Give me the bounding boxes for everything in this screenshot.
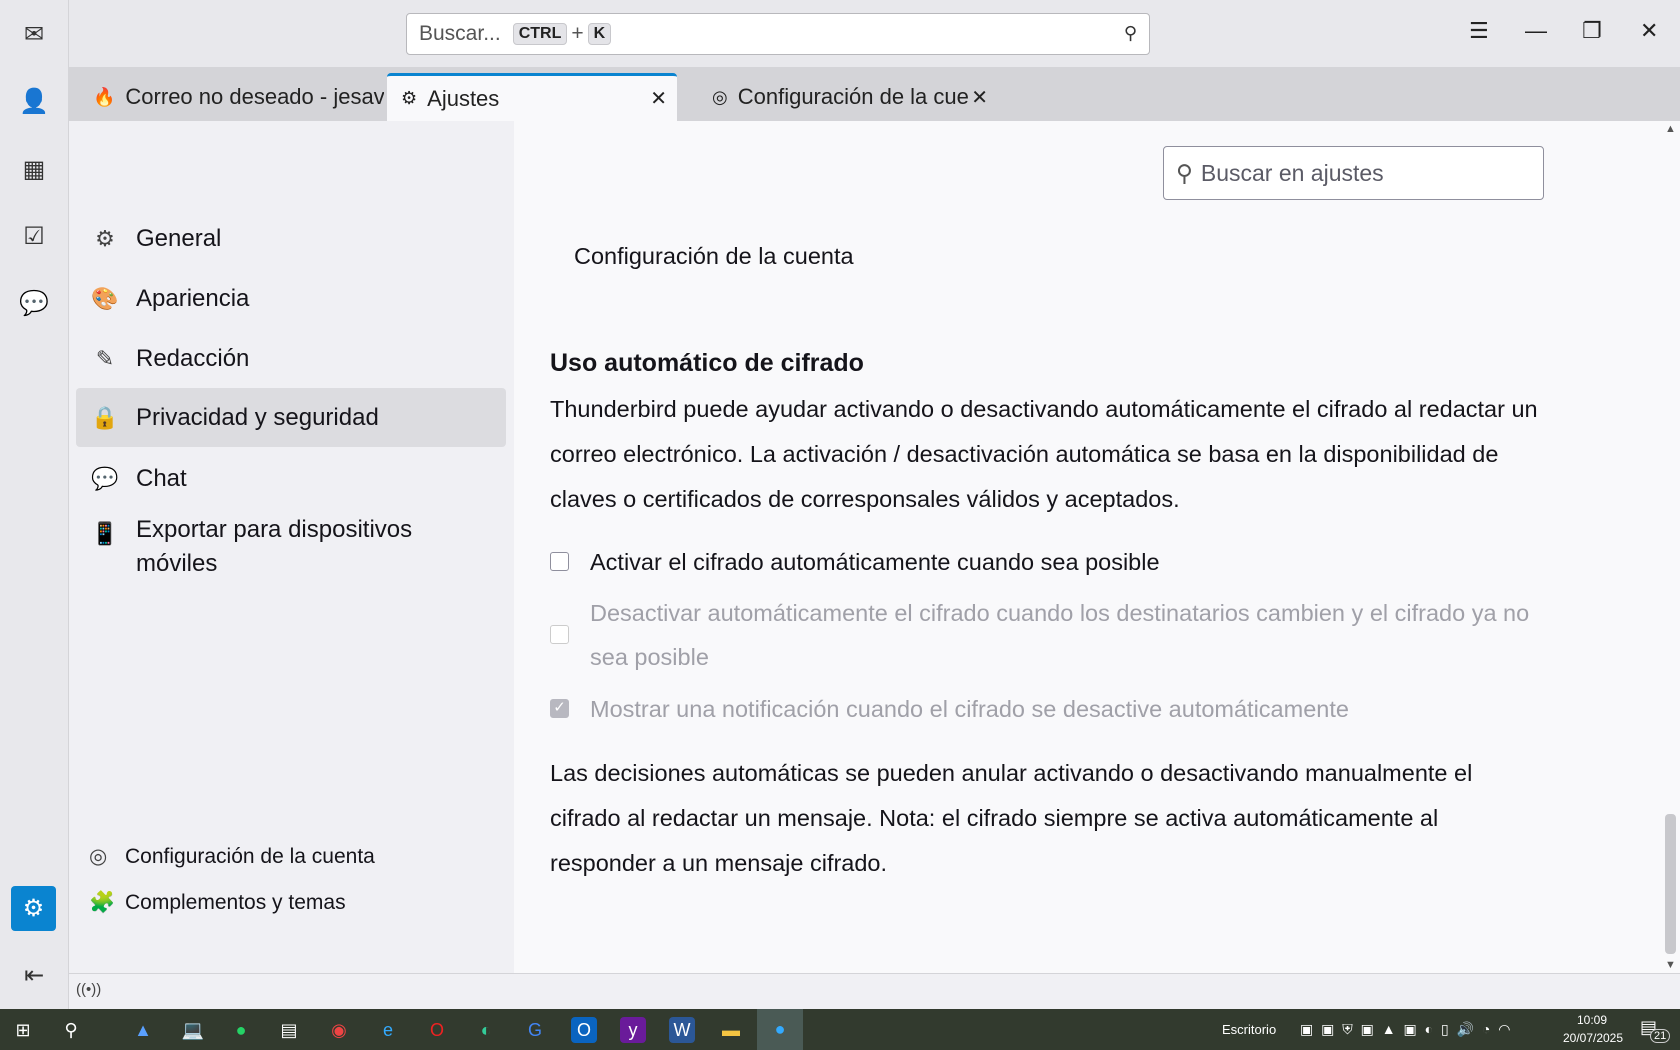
- label: Chat: [136, 464, 187, 492]
- tasks-icon[interactable]: ☑: [17, 219, 51, 253]
- minimize-icon[interactable]: —: [1525, 18, 1547, 44]
- menu-icon[interactable]: ☰: [1469, 18, 1489, 44]
- yahoo-icon[interactable]: y: [620, 1017, 646, 1043]
- status-bar: ((•)): [69, 973, 1680, 1009]
- file-explorer-icon[interactable]: ▬: [718, 1017, 744, 1043]
- account-settings-link[interactable]: ◎ Configuración de la cuenta: [89, 844, 375, 869]
- ie-icon[interactable]: e: [375, 1017, 401, 1043]
- tab-account-settings[interactable]: ◎ Configuración de la cue ✕: [698, 73, 998, 121]
- app-icon[interactable]: ▤: [276, 1017, 302, 1043]
- close-tab-icon[interactable]: ✕: [971, 85, 988, 110]
- search-icon[interactable]: ⚲: [58, 1017, 84, 1043]
- chrome-icon[interactable]: ◉: [326, 1017, 352, 1043]
- outlook-icon[interactable]: O: [571, 1017, 597, 1043]
- mail-icon[interactable]: ✉: [17, 17, 51, 51]
- notify-disable-checkbox[interactable]: ✓ Mostrar una notificación cuando el cifr…: [550, 687, 1349, 731]
- mobile-icon: 📱: [91, 521, 119, 546]
- tab-label: Correo no deseado - jesav: [125, 84, 384, 109]
- pencil-icon: ✎: [95, 345, 115, 371]
- gear-icon: ⚙: [401, 88, 418, 108]
- section-heading: Uso automático de cifrado: [550, 349, 864, 377]
- app-icon[interactable]: ▲: [130, 1017, 156, 1043]
- windows-start-icon[interactable]: ⊞: [10, 1017, 36, 1043]
- tab-strip: 🔥 Correo no deseado - jesav ⚙ Ajustes ✕ ◎ Co…: [69, 67, 1680, 121]
- sidebar-item-export-mobile[interactable]: 📱 Exportar para dispositivos móviles: [76, 509, 506, 584]
- palette-icon: 🎨: [91, 285, 119, 311]
- chat-icon[interactable]: 💬: [17, 286, 51, 320]
- section-description: Thunderbird puede ayudar activando o des…: [550, 396, 1538, 512]
- close-window-icon[interactable]: ✕: [1640, 18, 1658, 44]
- app-icon[interactable]: 💻: [180, 1017, 206, 1043]
- checkbox[interactable]: [550, 552, 569, 571]
- checkmark-icon[interactable]: ✓: [550, 699, 569, 718]
- calendar-icon[interactable]: ▦: [17, 152, 51, 186]
- tray-icons[interactable]: ▣ ▣ ⛨ ▣ ▲ ▣ ◐ ▯ 🔊 ◔ ◠: [1300, 1021, 1512, 1038]
- collapse-icon[interactable]: ⇤: [17, 958, 51, 992]
- settings-content: ⚲ Buscar en ajustes Configuración de la c…: [514, 121, 1661, 973]
- tab-junk[interactable]: 🔥 Correo no deseado - jesav: [79, 73, 384, 121]
- edge-icon[interactable]: ◐: [473, 1017, 499, 1043]
- auto-enable-encryption-checkbox[interactable]: Activar el cifrado automáticamente cuand…: [550, 540, 1160, 584]
- label: Complementos y temas: [125, 891, 346, 914]
- address-book-icon[interactable]: 👤: [17, 84, 51, 118]
- sidebar-item-chat[interactable]: 💬 Chat: [76, 449, 506, 508]
- chat-icon: 💬: [91, 465, 119, 491]
- lock-icon: 🔒: [91, 404, 119, 430]
- sidebar-item-general[interactable]: ⚙ General: [76, 209, 506, 268]
- shortcut-ctrl: CTRL: [512, 23, 568, 45]
- override-note: Las decisiones automáticas se pueden anu…: [550, 760, 1473, 876]
- placeholder: Buscar en ajustes: [1200, 159, 1384, 186]
- settings-sidebar: ⚙ General 🎨 Apariencia ✎ Redacción 🔒 Privaci…: [69, 121, 514, 973]
- label: Activar el cifrado automáticamente cuand…: [590, 549, 1160, 575]
- top-bar: Buscar... CTRL + K ⚲ ☰ — ❐ ✕: [69, 0, 1680, 67]
- search-icon: ⚲: [1176, 159, 1193, 186]
- sidebar-item-appearance[interactable]: 🎨 Apariencia: [76, 269, 506, 328]
- settings-icon[interactable]: ⚙: [11, 886, 56, 931]
- restore-icon[interactable]: ❐: [1582, 18, 1602, 44]
- settings-search-input[interactable]: ⚲ Buscar en ajustes: [1163, 146, 1544, 200]
- google-icon[interactable]: G: [522, 1017, 548, 1043]
- word-icon[interactable]: W: [669, 1017, 695, 1043]
- shortcut-k: K: [587, 23, 612, 45]
- global-search-input[interactable]: Buscar... CTRL + K ⚲: [406, 13, 1150, 55]
- junk-icon: 🔥: [93, 86, 116, 107]
- clock-time[interactable]: 10:09: [1562, 1013, 1622, 1027]
- label: Privacidad y seguridad: [136, 403, 379, 431]
- label: Mostrar una notificación cuando el cifra…: [590, 696, 1349, 722]
- sidebar-item-composition[interactable]: ✎ Redacción: [76, 329, 506, 388]
- account-icon: ◎: [89, 845, 108, 868]
- online-status-icon[interactable]: ((•)): [76, 981, 101, 998]
- auto-disable-encryption-checkbox[interactable]: Desactivar automáticamente el cifrado cu…: [550, 591, 1540, 679]
- scroll-thumb[interactable]: [1665, 814, 1676, 954]
- label: Redacción: [136, 344, 250, 372]
- thunderbird-icon[interactable]: ●: [757, 1009, 803, 1050]
- desktop-label[interactable]: Escritorio: [1222, 1022, 1276, 1037]
- label: Configuración de la cuenta: [125, 844, 375, 868]
- account-settings-link[interactable]: Configuración de la cuenta: [574, 234, 1564, 279]
- notification-count: 21: [1650, 1029, 1671, 1043]
- whatsapp-icon[interactable]: ●: [228, 1017, 254, 1043]
- label: Apariencia: [136, 284, 250, 312]
- taskbar: ⊞ ⚲ ▲ 💻 ● ▤ ◉ e O ◐ G O y W ▬ ● Escritor…: [0, 1009, 1680, 1050]
- spaces-toolbar: ✉ 👤 ▦ ☑ 💬 ⚙ ⇤: [0, 0, 69, 1009]
- label: Exportar para dispositivos móviles: [136, 516, 413, 577]
- search-icon[interactable]: ⚲: [1124, 23, 1137, 44]
- gear-icon: ⚙: [95, 225, 115, 251]
- label: General: [136, 224, 222, 252]
- close-tab-icon[interactable]: ✕: [650, 86, 667, 111]
- puzzle-icon: 🧩: [89, 891, 116, 914]
- shortcut-plus: +: [571, 22, 584, 45]
- checkbox[interactable]: [550, 625, 569, 644]
- search-placeholder: Buscar...: [419, 22, 501, 45]
- sidebar-item-privacy[interactable]: 🔒 Privacidad y seguridad: [76, 388, 506, 447]
- label: Desactivar automáticamente el cifrado cu…: [590, 600, 1530, 670]
- addons-link[interactable]: 🧩 Complementos y temas: [89, 891, 346, 915]
- opera-icon[interactable]: O: [424, 1017, 450, 1043]
- tab-label: Configuración de la cue: [737, 84, 969, 109]
- scrollbar[interactable]: ▲ ▼: [1661, 121, 1680, 973]
- tab-label: Ajustes: [427, 85, 500, 111]
- tab-settings[interactable]: ⚙ Ajustes ✕: [387, 73, 677, 121]
- account-icon: ◎: [712, 86, 728, 107]
- clock-date[interactable]: 20/07/2025: [1558, 1031, 1628, 1045]
